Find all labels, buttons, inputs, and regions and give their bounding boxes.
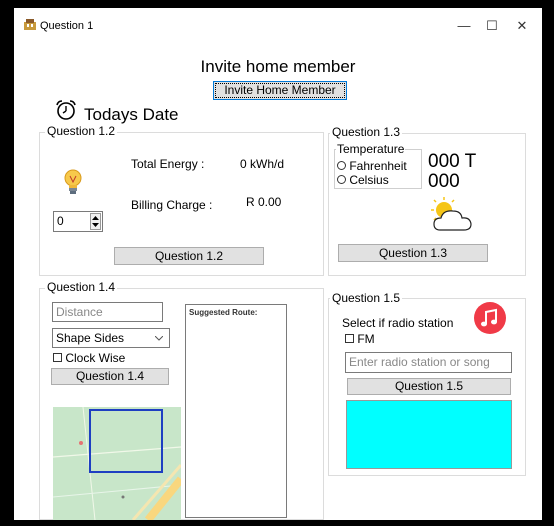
window-title: Question 1 — [40, 20, 94, 32]
fm-checkbox[interactable]: FM — [345, 332, 375, 346]
stepper-spin-buttons[interactable] — [90, 213, 101, 230]
question-1-3-button[interactable]: Question 1.3 — [338, 244, 488, 262]
question-1-3-group-label: Question 1.3 — [330, 125, 403, 139]
spin-up-icon[interactable] — [92, 215, 99, 221]
temperature-group-label: Temperature — [336, 142, 406, 156]
question-1-5-group-label: Question 1.5 — [330, 291, 403, 305]
shape-sides-select[interactable]: Shape Sides — [52, 328, 170, 348]
app-icon — [24, 19, 36, 30]
radio-display-panel — [346, 400, 512, 469]
chevron-down-icon — [155, 336, 163, 341]
question-1-4-group-label: Question 1.4 — [45, 280, 118, 294]
app-window: Question 1 — ☐ ✕ Invite home member Invi… — [14, 8, 542, 520]
radio-station-input[interactable]: Enter radio station or song — [345, 352, 512, 373]
suggested-route-box[interactable]: Suggested Route: — [185, 304, 287, 518]
fahrenheit-radio-circle[interactable] — [337, 161, 346, 170]
radio-station-prompt: Select if radio station — [342, 316, 454, 330]
partly-cloudy-icon — [431, 197, 472, 231]
billing-charge-value: R 0.00 — [246, 195, 282, 209]
fm-checkbox-box[interactable] — [345, 334, 354, 343]
suggested-route-label: Suggested Route: — [189, 308, 258, 317]
lightbulb-icon — [64, 169, 82, 194]
question-1-5-button[interactable]: Question 1.5 — [347, 378, 511, 395]
clockwise-checkbox-box[interactable] — [53, 353, 62, 362]
question-1-2-group-label: Question 1.2 — [45, 124, 118, 138]
question-1-2-button[interactable]: Question 1.2 — [114, 247, 264, 265]
stepper-value: 0 — [57, 214, 64, 228]
distance-input[interactable]: Distance — [52, 302, 163, 322]
billing-charge-label: Billing Charge : — [131, 198, 213, 212]
todays-date-label: Todays Date — [84, 105, 179, 124]
clockwise-checkbox[interactable]: Clock Wise — [53, 351, 125, 365]
fahrenheit-value: 000 T — [428, 151, 477, 172]
fahrenheit-radio[interactable]: Fahrenheit — [337, 159, 407, 173]
page-heading: Invite home member — [200, 57, 356, 76]
total-energy-label: Total Energy : — [131, 157, 205, 171]
celsius-radio-circle[interactable] — [337, 175, 346, 184]
celsius-value: 000 — [428, 171, 460, 192]
alarm-clock-icon — [56, 100, 76, 120]
invite-home-member-button[interactable]: Invite Home Member — [213, 81, 347, 100]
total-energy-value: 0 kWh/d — [240, 157, 285, 171]
music-note-icon — [474, 302, 506, 334]
title-bar: Question 1 — ☐ ✕ — [14, 8, 542, 42]
clockwise-label: Clock Wise — [65, 351, 126, 365]
fahrenheit-label: Fahrenheit — [349, 159, 407, 173]
map-image — [53, 407, 181, 520]
question-1-4-button[interactable]: Question 1.4 — [51, 368, 169, 385]
close-button[interactable]: ✕ — [504, 15, 540, 37]
shape-sides-value: Shape Sides — [56, 331, 125, 345]
fm-label: FM — [357, 332, 375, 346]
spin-down-icon[interactable] — [92, 222, 99, 228]
celsius-label: Celsius — [349, 173, 389, 187]
celsius-radio[interactable]: Celsius — [337, 173, 389, 187]
